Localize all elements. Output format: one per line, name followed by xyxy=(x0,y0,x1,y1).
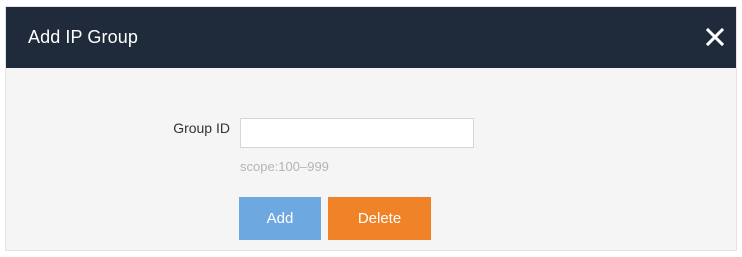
dialog-title: Add IP Group xyxy=(28,27,138,47)
group-id-label: Group ID xyxy=(173,120,230,136)
add-button[interactable]: Add xyxy=(239,197,321,240)
group-id-input[interactable] xyxy=(240,118,474,148)
add-ip-group-dialog: Add IP Group Group ID scope:100–999 Add … xyxy=(5,6,737,251)
delete-button[interactable]: Delete xyxy=(328,197,431,240)
group-id-hint: scope:100–999 xyxy=(240,159,329,174)
dialog-header: Add IP Group xyxy=(6,7,736,68)
close-icon[interactable] xyxy=(700,22,730,52)
